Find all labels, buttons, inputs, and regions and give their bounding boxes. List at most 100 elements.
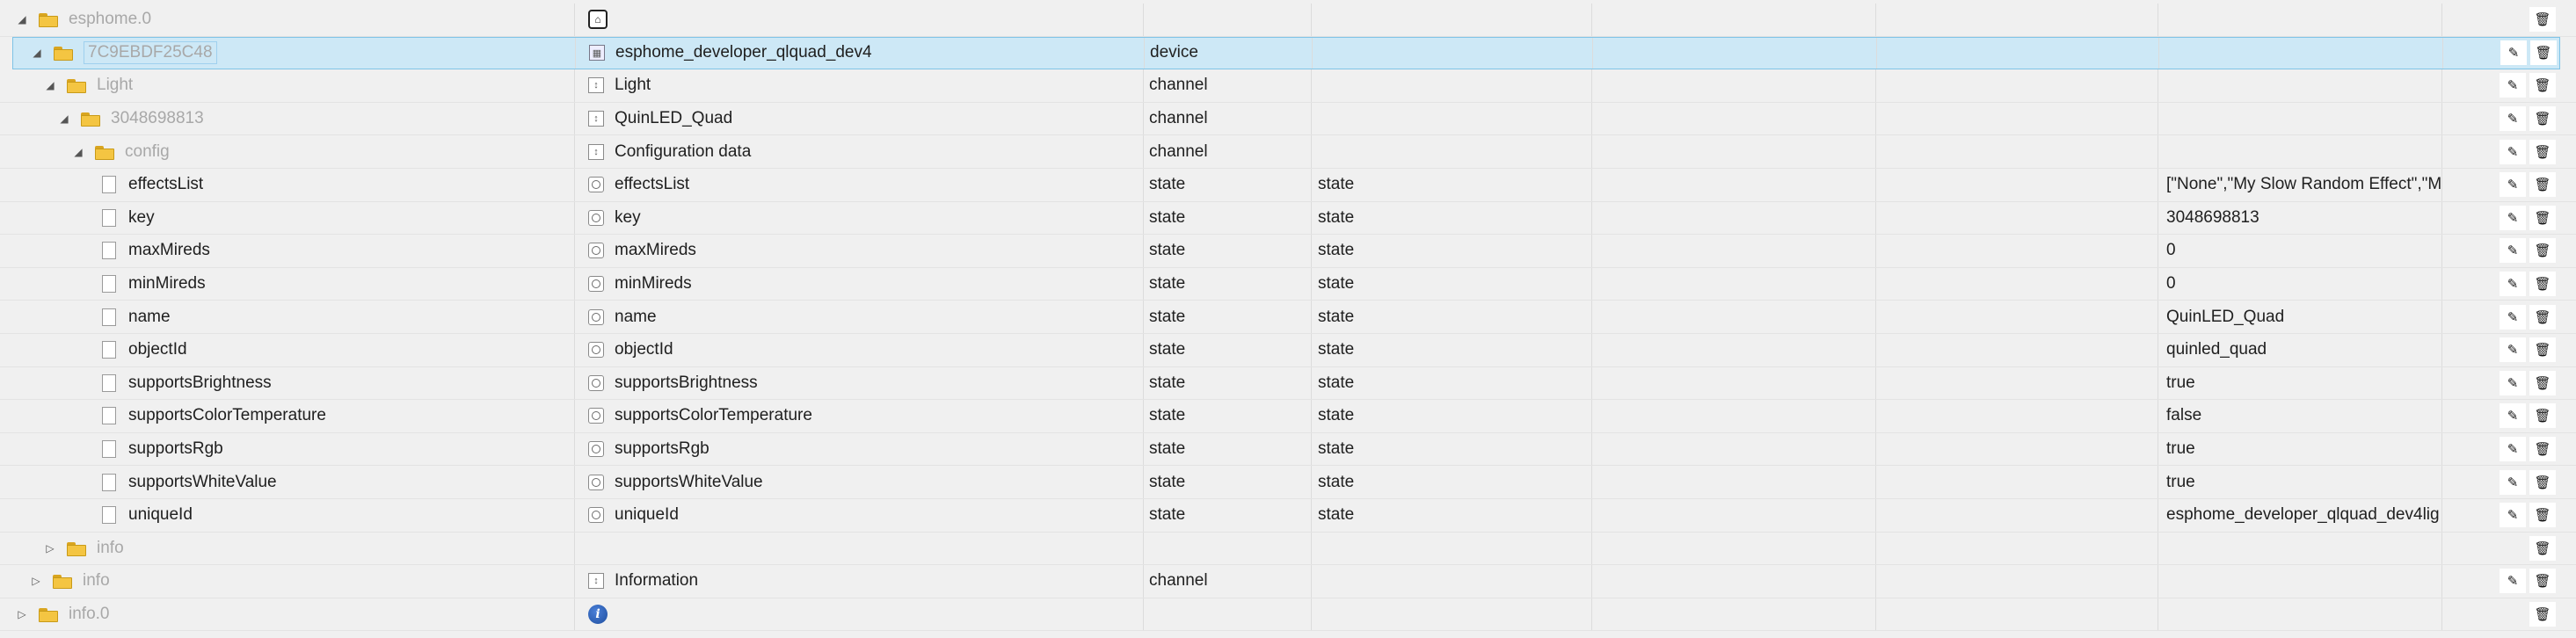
collapse-toggle[interactable]: ◢ [29,47,45,59]
collapse-toggle[interactable]: ◢ [56,112,72,125]
tree-row[interactable]: ◢ config ↕ Configuration data channel ✎ 🗑 [0,135,2576,169]
edit-button[interactable]: ✎ [2500,106,2526,132]
edit-button[interactable]: ✎ [2500,370,2526,395]
expand-toggle[interactable]: ▷ [42,542,58,555]
type-cell: state [1145,169,1312,201]
edit-button[interactable]: ✎ [2500,304,2526,330]
tree-row[interactable]: key key state state 3048698813 ✎ 🗑 [0,201,2576,236]
state-value[interactable]: quinled_quad [2166,340,2267,359]
delete-button[interactable]: 🗑 [2529,172,2556,198]
type-cell [1145,598,1312,631]
value-cell[interactable]: esphome_developer_qlquad_dev4lig [2159,499,2442,532]
tree-row[interactable]: supportsRgb supportsRgb state state true ✎ 🗑 [0,432,2576,467]
delete-button[interactable]: 🗑 [2529,205,2556,230]
delete-button[interactable]: 🗑 [2529,469,2556,495]
value-cell[interactable]: true [2159,466,2442,498]
edit-button[interactable]: ✎ [2500,205,2526,230]
tree-row[interactable]: ◢ 3048698813 ↕ QuinLED_Quad channel ✎ 🗑 [0,102,2576,136]
delete-button[interactable]: 🗑 [2529,370,2556,395]
expand-toggle[interactable]: ▷ [14,608,30,620]
tree-row[interactable]: supportsColorTemperature supportsColorTem… [0,400,2576,433]
tree-row[interactable]: ▷ info.0 i 🗑 [0,598,2576,632]
value-cell[interactable]: 0 [2159,235,2442,267]
tree-row[interactable]: objectId objectId state state quinled_quad ✎ 🗑 [0,334,2576,367]
object-description: maxMireds [615,241,696,260]
collapse-toggle[interactable]: ◢ [42,79,58,91]
delete-button[interactable]: 🗑 [2529,403,2556,429]
delete-button[interactable]: 🗑 [2529,238,2556,264]
delete-button[interactable]: 🗑 [2529,272,2556,297]
tree-row[interactable]: name name state state QuinLED_Quad ✎ 🗑 [0,301,2576,334]
delete-button[interactable]: 🗑 [2530,40,2557,66]
value-cell[interactable]: 3048698813 [2159,201,2442,235]
state-value[interactable]: true [2166,373,2195,393]
delete-button[interactable]: 🗑 [2529,337,2556,363]
tree-row[interactable]: ▷ info ↕ Information channel ✎ 🗑 [0,565,2576,598]
state-value[interactable]: ["None","My Slow Random Effect","M [2166,175,2441,194]
edit-button[interactable]: ✎ [2500,272,2526,297]
collapse-toggle[interactable]: ◢ [70,146,86,158]
state-value[interactable]: 0 [2166,241,2176,260]
tree-row[interactable]: supportsWhiteValue supportsWhiteValue stat… [0,466,2576,499]
role-cell: state [1313,366,1592,400]
tree-row[interactable]: ◢ 7C9EBDF25C48 ▦ esphome_developer_qlquad_d… [12,36,2560,70]
edit-button[interactable]: ✎ [2500,40,2527,66]
value-cell[interactable]: true [2159,432,2442,466]
state-value[interactable]: false [2166,406,2201,425]
state-value[interactable]: esphome_developer_qlquad_dev4lig [2166,505,2440,525]
edit-button[interactable]: ✎ [2500,172,2526,198]
trash-icon: 🗑 [2534,77,2551,94]
delete-button[interactable]: 🗑 [2529,304,2556,330]
value-cell[interactable]: 0 [2159,267,2442,301]
tree-row[interactable]: maxMireds maxMireds state state 0 ✎ 🗑 [0,235,2576,268]
type-cell: channel [1145,69,1312,102]
edit-button[interactable]: ✎ [2500,403,2526,429]
value-cell[interactable]: ["None","My Slow Random Effect","M [2159,169,2442,201]
edit-button[interactable]: ✎ [2500,469,2526,495]
file-icon [102,407,116,425]
value-cell[interactable]: true [2159,366,2442,400]
delete-button[interactable]: 🗑 [2529,73,2556,98]
edit-button[interactable]: ✎ [2500,569,2526,594]
edit-button[interactable]: ✎ [2500,139,2526,164]
object-id: minMireds [128,274,206,294]
value-cell[interactable]: QuinLED_Quad [2159,301,2442,333]
tree-row[interactable]: uniqueId uniqueId state state esphome_develo… [0,499,2576,533]
state-value[interactable]: 3048698813 [2166,208,2259,228]
trash-icon: 🗑 [2534,342,2551,359]
tree-row[interactable]: minMireds minMireds state state 0 ✎ 🗑 [0,267,2576,301]
tree-row[interactable]: ◢ esphome.0 ⌂ 🗑 [0,4,2576,37]
tree-row[interactable]: ▷ info 🗑 [0,532,2576,566]
value-cell[interactable]: quinled_quad [2159,334,2442,366]
object-type: channel [1149,141,1208,161]
delete-button[interactable]: 🗑 [2529,503,2556,528]
tree-row[interactable]: supportsBrightness supportsBrightness stat… [0,366,2576,401]
state-value[interactable]: 0 [2166,274,2176,294]
edit-button[interactable]: ✎ [2500,437,2526,462]
delete-button[interactable]: 🗑 [2529,437,2556,462]
edit-button[interactable]: ✎ [2500,337,2526,363]
delete-button[interactable]: 🗑 [2529,535,2556,561]
actions: ✎ 🗑 [2443,205,2575,230]
delete-button[interactable]: 🗑 [2529,602,2556,627]
state-value[interactable]: QuinLED_Quad [2166,308,2284,327]
state-value[interactable]: true [2166,439,2195,459]
description-cell: supportsColorTemperature [576,400,1144,432]
delete-button[interactable]: 🗑 [2529,139,2556,164]
state-value[interactable]: true [2166,473,2195,492]
collapse-toggle[interactable]: ◢ [14,13,30,25]
delete-button[interactable]: 🗑 [2529,106,2556,132]
expand-toggle[interactable]: ▷ [28,575,44,587]
edit-button[interactable]: ✎ [2500,238,2526,264]
edit-button[interactable]: ✎ [2500,503,2526,528]
value-cell[interactable]: false [2159,400,2442,432]
delete-button[interactable]: 🗑 [2529,7,2556,33]
name-cell: ◢ esphome.0 [0,4,575,36]
tree-row[interactable]: effectsList effectsList state state ["None",… [0,169,2576,202]
tree-row[interactable]: ◢ Light ↕ Light channel ✎ 🗑 [0,69,2576,103]
actions: ✎ 🗑 [2444,40,2576,66]
edit-button[interactable]: ✎ [2500,73,2526,98]
state-icon [588,276,604,293]
pencil-icon: ✎ [2507,475,2519,490]
delete-button[interactable]: 🗑 [2529,569,2556,594]
